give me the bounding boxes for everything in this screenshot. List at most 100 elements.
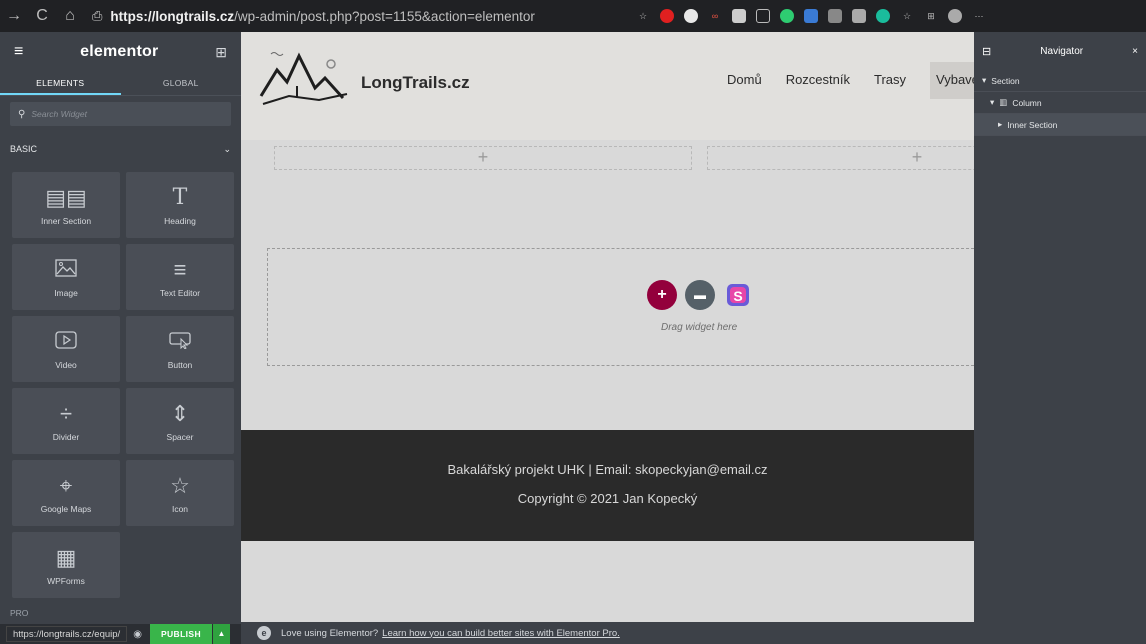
inner-section-icon: ▤▤ (45, 185, 87, 210)
caret-down-icon: ▾ (982, 75, 987, 85)
menu-item-rozcestnik[interactable]: Rozcestník (786, 72, 850, 99)
widget-label: Icon (171, 504, 189, 514)
navigator-title: Navigator (1040, 45, 1084, 57)
more-icon[interactable]: ⋯ (972, 9, 986, 23)
widget-inner-section[interactable]: ▤▤ Inner Section (12, 172, 120, 238)
heading-icon: T (172, 185, 188, 210)
collections-icon[interactable]: ⊞ (924, 9, 938, 23)
menu-item-trasy[interactable]: Trasy (874, 72, 906, 99)
address-bar[interactable]: ⎙ https://longtrails.cz /wp-admin/post.p… (92, 4, 652, 28)
menu-item-home[interactable]: Domů (727, 72, 762, 99)
footer-copyright: Copyright © 2021 Jan Kopecký (517, 491, 698, 506)
screenshot-extension-icon[interactable] (852, 9, 866, 23)
main-menu: Domů Rozcestník Trasy Vybaver (727, 62, 974, 99)
star-icon: ☆ (170, 473, 190, 498)
widget-label: Heading (164, 216, 196, 226)
mountain-logo-icon (259, 52, 348, 105)
image-icon (55, 256, 77, 284)
widget-google-maps[interactable]: ⌖ Google Maps (12, 460, 120, 526)
add-column-placeholder[interactable]: + (707, 146, 974, 170)
navigator-item-inner-section[interactable]: ▸ Inner Section (974, 114, 1146, 136)
navigator-item-label: Section (991, 75, 1020, 86)
publish-options-button[interactable]: ▲ (213, 624, 230, 644)
widget-divider[interactable]: ÷ Divider (12, 388, 120, 454)
widgets-grid-icon[interactable]: ⊞ (215, 44, 227, 61)
navigator-item-column[interactable]: ▾ ▥ Column (974, 92, 1146, 114)
read-aloud-icon[interactable]: ☆ (636, 9, 650, 23)
site-footer: Bakalářský projekt UHK | Email: skopecky… (241, 430, 974, 541)
widget-spacer[interactable]: ⇕ Spacer (126, 388, 234, 454)
search-icon: ⚲ (18, 108, 26, 120)
menu-item-vybaveni[interactable]: Vybaver (930, 62, 974, 99)
widget-heading[interactable]: T Heading (126, 172, 234, 238)
opera-extension-icon[interactable] (660, 9, 674, 23)
widget-wpforms[interactable]: ▦ WPForms (12, 532, 120, 598)
starter-templates-icon[interactable]: S (723, 280, 753, 310)
grey-extension-icon[interactable] (828, 9, 842, 23)
divider-icon: ÷ (59, 401, 73, 426)
promo-text: Love using Elementor? (281, 627, 379, 639)
text-editor-icon: ≡ (173, 257, 187, 282)
navigator-header: ⊟ Navigator × (974, 32, 1146, 70)
teal-extension-icon[interactable] (876, 9, 890, 23)
close-icon[interactable]: × (1132, 46, 1138, 57)
preview-eye-icon[interactable]: ◉ (133, 629, 142, 640)
navigator-panel: ⊟ Navigator × ▾ Section ▾ ▥ Column ▸ Inn… (974, 32, 1146, 644)
tab-elements[interactable]: ELEMENTS (0, 72, 121, 95)
caret-right-icon: ▸ (998, 119, 1003, 129)
widget-text-editor[interactable]: ≡ Text Editor (126, 244, 234, 310)
editor-canvas: LongTrails.cz Domů Rozcestník Trasy Vyba… (241, 32, 974, 644)
widget-label: Video (55, 360, 77, 370)
menu-icon[interactable]: ≡ (14, 43, 23, 61)
caret-down-icon: ▾ (990, 97, 995, 107)
category-basic[interactable]: BASIC ⌄ (0, 134, 241, 164)
notion-extension-icon[interactable] (756, 9, 770, 23)
profile-avatar-icon[interactable] (948, 9, 962, 23)
home-icon[interactable]: ⌂ (56, 0, 84, 32)
add-template-button[interactable]: ▬ (685, 280, 715, 310)
widget-label: Text Editor (159, 288, 201, 298)
widget-video[interactable]: Video (12, 316, 120, 382)
widget-label: Image (54, 288, 78, 298)
favorites-icon[interactable]: ☆ (900, 9, 914, 23)
widget-label: Spacer (166, 432, 194, 442)
widget-image[interactable]: Image (12, 244, 120, 310)
publish-button[interactable]: PUBLISH (150, 624, 212, 644)
tab-global[interactable]: GLOBAL (121, 72, 242, 95)
reader-extension-icon[interactable] (732, 9, 746, 23)
drag-widget-hint: Drag widget here (661, 322, 738, 333)
refresh-icon[interactable]: C (28, 0, 56, 32)
wpforms-icon: ▦ (55, 545, 77, 570)
widget-button[interactable]: Button (126, 316, 234, 382)
widget-search-input[interactable]: ⚲ Search Widget (10, 102, 231, 126)
footer-contact: Bakalářský projekt UHK | Email: skopecky… (447, 462, 768, 477)
record-extension-icon[interactable] (684, 9, 698, 23)
button-icon (169, 328, 191, 356)
browser-toolbar: → C ⌂ ⎙ https://longtrails.cz /wp-admin/… (0, 0, 1146, 32)
panel-tabs: ELEMENTS GLOBAL (0, 72, 241, 96)
widget-label: Inner Section (40, 216, 92, 226)
svg-text:S: S (733, 288, 742, 304)
url-path: /wp-admin/post.php?post=1155&action=elem… (234, 8, 535, 24)
panel-header: ≡ elementor ⊞ (0, 32, 241, 72)
glasses-extension-icon[interactable]: ∞ (708, 9, 722, 23)
collapse-all-icon[interactable]: ⊟ (982, 45, 991, 58)
forward-icon[interactable]: → (0, 0, 28, 32)
navigator-item-label: Column (1012, 97, 1042, 108)
category-pro[interactable]: PRO (10, 608, 28, 618)
green-extension-icon[interactable] (780, 9, 794, 23)
gmail-extension-icon[interactable] (804, 9, 818, 23)
promo-link[interactable]: Learn how you can build better sites wit… (382, 628, 620, 639)
navigator-item-section[interactable]: ▾ Section (974, 70, 1146, 92)
site-title[interactable]: LongTrails.cz (361, 73, 470, 93)
widget-icon[interactable]: ☆ Icon (126, 460, 234, 526)
chevron-down-icon: ⌄ (223, 143, 231, 154)
add-column-placeholder[interactable]: + (274, 146, 692, 170)
navigator-item-label: Inner Section (1007, 119, 1058, 130)
promo-bar: e Love using Elementor? Learn how you ca… (241, 622, 974, 644)
widget-drop-zone[interactable] (267, 248, 974, 366)
search-placeholder: Search Widget (31, 109, 88, 119)
elementor-icon: e (257, 626, 271, 640)
spacer-icon: ⇕ (170, 401, 190, 426)
add-section-button[interactable]: + (647, 280, 677, 310)
